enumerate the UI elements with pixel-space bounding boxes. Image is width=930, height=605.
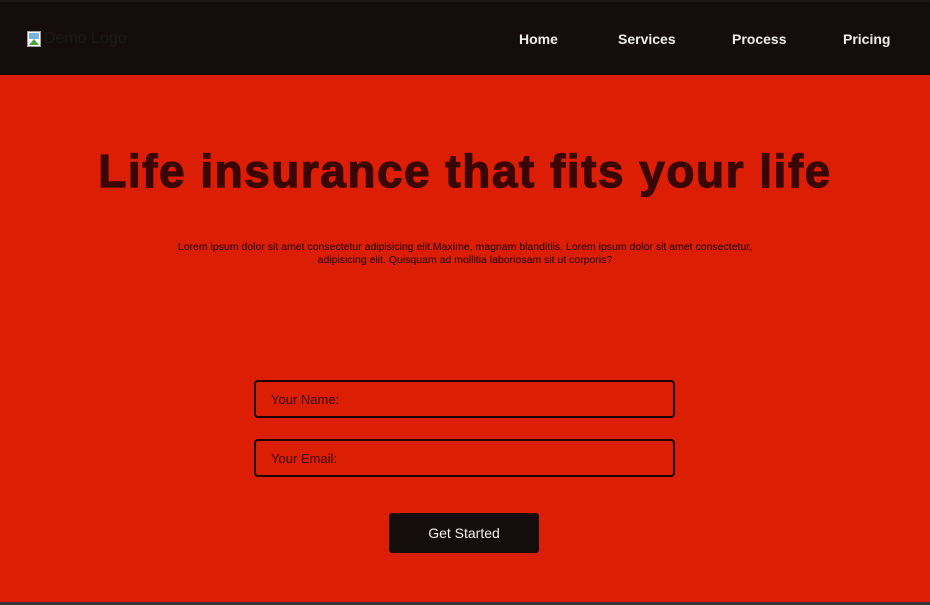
nav-link-pricing[interactable]: Pricing [843,30,890,48]
hero-subtitle: Lorem ipsum dolor sit amet consectetur a… [177,241,753,266]
nav-link-services[interactable]: Services [618,30,676,48]
hero-title: Life insurance that fits your life [98,144,832,197]
main-nav: Home Services Process Pricing [0,30,930,50]
get-started-button[interactable]: Get Started [389,513,539,553]
nav-link-home[interactable]: Home [519,30,558,48]
email-input[interactable] [254,439,675,477]
hero-section: Life insurance that fits your life Lorem… [0,75,930,602]
navbar: Demo Logo Home Services Process Pricing [0,0,930,75]
nav-link-process[interactable]: Process [732,30,786,48]
name-input[interactable] [254,380,675,418]
